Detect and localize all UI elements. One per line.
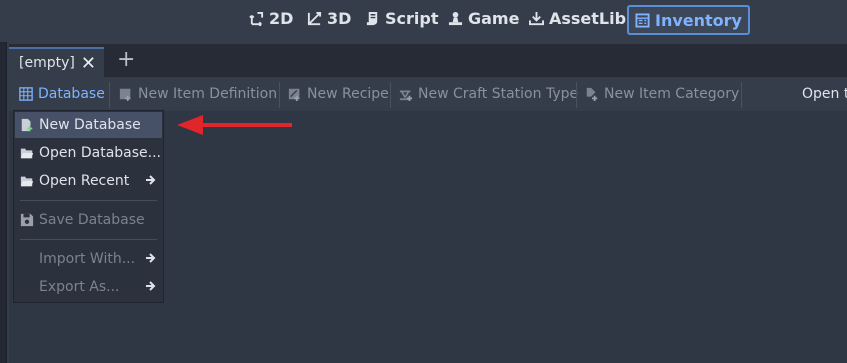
new-item-category-label: New Item Category xyxy=(604,86,740,102)
3d-transform-icon xyxy=(307,11,322,25)
menu-item-save-database[interactable]: Save Database xyxy=(15,207,162,233)
workspace-game-button[interactable]: Game xyxy=(448,8,519,28)
menu-separator xyxy=(20,239,157,240)
2d-transform-icon xyxy=(249,11,264,26)
database-grid-icon xyxy=(19,87,33,101)
workspace-3d-button[interactable]: 3D xyxy=(307,8,351,28)
tab-label: [empty] xyxy=(19,55,75,71)
submenu-arrow-icon xyxy=(146,175,156,185)
workspace-inventory-label: Inventory xyxy=(655,10,742,30)
toolbar-separator xyxy=(390,82,391,108)
new-item-definition-label: New Item Definition xyxy=(138,86,278,102)
game-icon xyxy=(448,11,463,25)
new-item-category-button[interactable]: New Item Category xyxy=(585,84,739,104)
database-menu-label: Database xyxy=(38,86,105,102)
workspace-2d-label: 2D xyxy=(269,8,294,28)
new-recipe-label: New Recipe xyxy=(307,86,389,102)
script-icon xyxy=(366,11,378,25)
submenu-arrow-icon xyxy=(146,281,156,291)
database-dropdown-menu: New Database Open Database... Open Recen… xyxy=(13,110,164,303)
craft-station-icon xyxy=(399,90,413,101)
toolbar-separator xyxy=(741,82,742,108)
workspace-assetlib-label: AssetLib xyxy=(549,8,627,28)
annotation-arrow-icon xyxy=(177,115,292,135)
inventory-toolbar: Database New Item Definition New Recipe xyxy=(9,77,847,111)
workspace-assetlib-button[interactable]: AssetLib xyxy=(529,8,626,28)
left-dock-panel xyxy=(0,42,7,363)
workspace-script-label: Script xyxy=(385,8,439,28)
workspace-2d-button[interactable]: 2D xyxy=(249,8,293,28)
new-file-icon xyxy=(21,118,33,132)
item-category-icon xyxy=(586,87,598,101)
menu-item-label: Open Database... xyxy=(39,145,161,161)
menu-item-export-as[interactable]: Export As... xyxy=(15,274,162,300)
tab-bar: [empty] ✕ + xyxy=(9,44,847,77)
tab-empty[interactable]: [empty] ✕ xyxy=(9,47,104,77)
assetlib-icon xyxy=(529,11,544,25)
menu-item-label: Save Database xyxy=(39,212,145,228)
open-label: Open t xyxy=(802,86,847,102)
workspace-game-label: Game xyxy=(468,8,520,28)
menu-item-label: Export As... xyxy=(39,279,120,295)
workspace-script-button[interactable]: Script xyxy=(365,8,438,28)
workspace-bar: 2D 3D Script Game AssetLib Inventory xyxy=(0,0,847,42)
workspace-3d-label: 3D xyxy=(327,8,352,28)
menu-item-label: Import With... xyxy=(39,251,136,267)
database-menu-button[interactable]: Database xyxy=(19,84,105,104)
add-tab-icon[interactable]: + xyxy=(117,49,135,71)
toolbar-separator xyxy=(109,82,110,108)
new-craft-station-type-label: New Craft Station Type xyxy=(418,86,579,102)
menu-separator xyxy=(20,200,157,201)
new-craft-station-type-button[interactable]: New Craft Station Type xyxy=(399,84,578,104)
new-item-definition-button[interactable]: New Item Definition xyxy=(119,84,277,104)
toolbar-separator xyxy=(279,82,280,108)
open-button[interactable]: Open t xyxy=(802,84,847,104)
save-icon xyxy=(20,213,34,227)
new-recipe-icon xyxy=(288,88,300,101)
workspace-inventory-button[interactable]: Inventory xyxy=(627,5,750,35)
close-icon[interactable]: ✕ xyxy=(81,53,96,74)
toolbar-separator xyxy=(576,82,577,108)
folder-open-icon xyxy=(20,176,34,187)
menu-item-label: New Database xyxy=(39,117,141,133)
inventory-icon xyxy=(635,12,650,28)
new-recipe-button[interactable]: New Recipe xyxy=(288,84,389,104)
menu-item-open-recent[interactable]: Open Recent xyxy=(15,168,162,194)
folder-open-icon xyxy=(20,148,34,159)
submenu-arrow-icon xyxy=(146,253,156,263)
new-item-definition-icon xyxy=(119,88,131,101)
menu-item-open-database[interactable]: Open Database... xyxy=(15,140,162,166)
menu-item-label: Open Recent xyxy=(39,173,130,189)
menu-item-import-with[interactable]: Import With... xyxy=(15,246,162,272)
menu-item-new-database[interactable]: New Database xyxy=(15,112,162,138)
